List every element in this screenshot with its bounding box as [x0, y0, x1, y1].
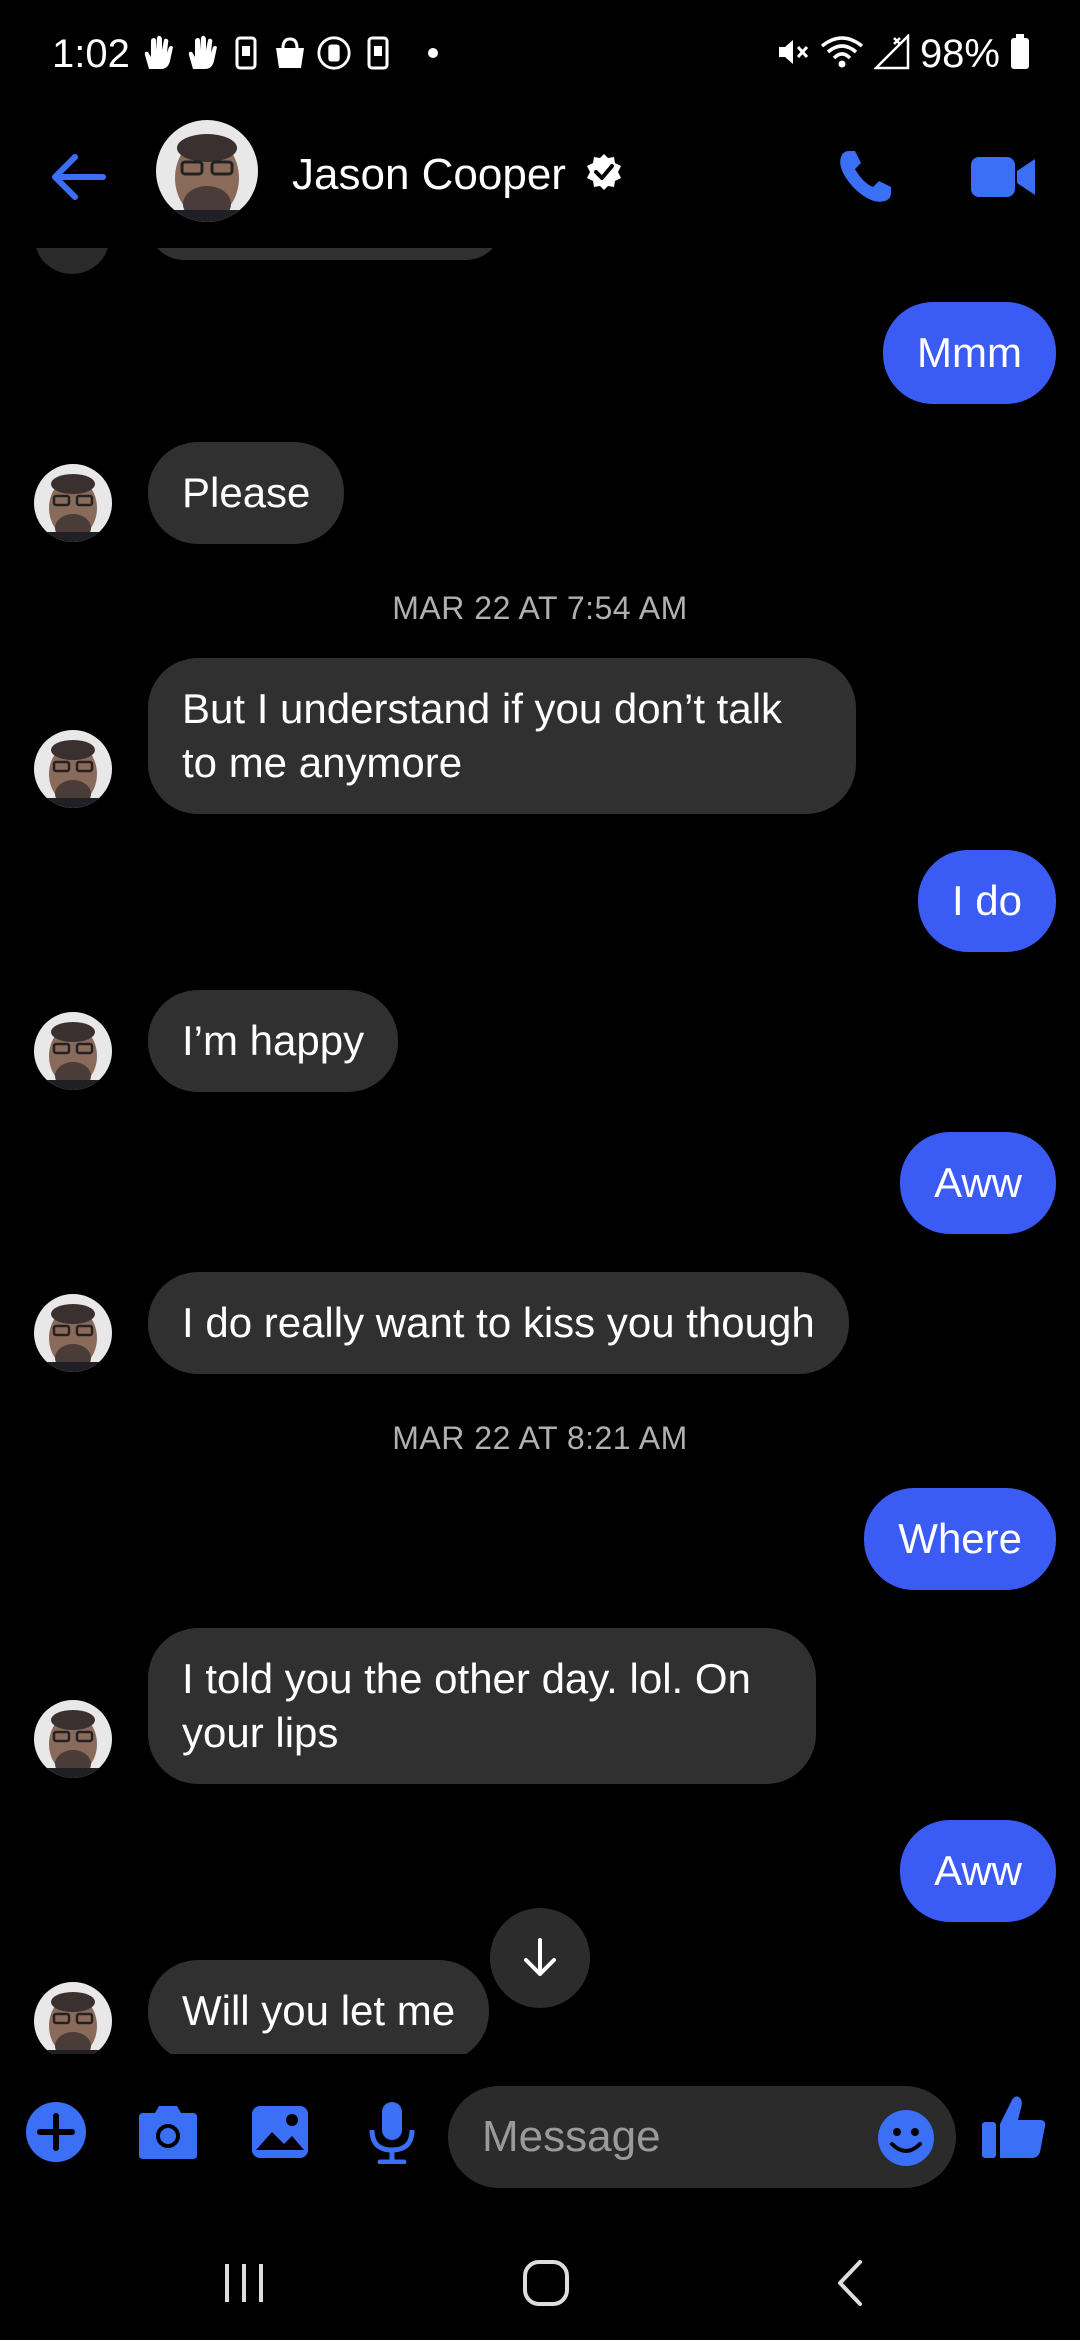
avatar: [34, 1012, 112, 1090]
microphone-icon: [369, 2102, 415, 2164]
home-button[interactable]: [506, 2248, 586, 2318]
arrow-down-icon: [524, 1938, 556, 1976]
back-button[interactable]: [44, 142, 114, 212]
phone-call-icon: [840, 151, 891, 202]
more-notifications-dot: [428, 48, 438, 58]
wifi-icon: [820, 34, 864, 75]
plus-circle-icon: [26, 2102, 86, 2162]
back-nav-button[interactable]: [810, 2248, 890, 2318]
contact-avatar[interactable]: [156, 120, 258, 222]
avatar: [34, 464, 112, 542]
recent-apps-button[interactable]: [204, 2248, 284, 2318]
signal-icon: [872, 32, 910, 75]
contact-name[interactable]: Jason Cooper: [292, 150, 566, 200]
message-bubble-outgoing[interactable]: Aww: [900, 1820, 1056, 1922]
avatar: [34, 730, 112, 808]
timestamp: MAR 22 AT 7:54 AM: [392, 590, 688, 626]
verified-badge-icon: [587, 154, 621, 190]
camera-button[interactable]: [132, 2096, 204, 2168]
video-camera-icon: [971, 157, 1035, 197]
message-bubble-outgoing[interactable]: I do: [917, 850, 1056, 952]
message-bubble-outgoing[interactable]: Aww: [900, 1132, 1056, 1234]
message-input[interactable]: [482, 2086, 862, 2188]
message-field[interactable]: [448, 2086, 956, 2188]
image-icon: [252, 2106, 308, 2158]
message-bubble-outgoing[interactable]: Where: [864, 1488, 1056, 1590]
video-call-button[interactable]: [966, 142, 1040, 212]
message-bubble-incoming[interactable]: I do really want to kiss you though: [148, 1272, 849, 1374]
voice-message-button[interactable]: [356, 2096, 428, 2168]
system-icons: 98%: [776, 32, 1030, 77]
chevron-left-icon: [838, 2260, 862, 2306]
camera-icon: [139, 2106, 197, 2159]
voice-call-button[interactable]: [830, 142, 900, 212]
message-bubble-incoming[interactable]: Please: [148, 442, 345, 544]
status-bar: 1:02 98%: [0, 0, 1080, 112]
avatar: [34, 1700, 112, 1778]
avatar: [34, 1294, 112, 1372]
message-bubble-incoming[interactable]: I’m happy: [148, 990, 399, 1092]
notification-icons: [140, 34, 438, 72]
recent-apps-icon: [225, 2264, 263, 2302]
phone-icon: [360, 34, 396, 72]
battery-percent: 98%: [919, 32, 1000, 76]
composer-bar: [0, 2054, 1080, 2226]
hand-icon: [184, 34, 220, 72]
add-button[interactable]: [20, 2096, 92, 2168]
avatar: [34, 1982, 112, 2054]
message-bubble-incoming[interactable]: I told you the other day. lol. On your l…: [148, 1628, 816, 1784]
message-bubble-incoming[interactable]: [148, 248, 502, 260]
scroll-to-bottom-button[interactable]: [490, 1908, 590, 2008]
message-bubble-incoming[interactable]: But I understand if you don’t talk to me…: [148, 658, 856, 814]
timestamp: MAR 22 AT 8:21 AM: [392, 1420, 688, 1456]
battery-icon: [1010, 34, 1030, 75]
hand-icon: [140, 34, 176, 72]
timer-icon: [316, 34, 352, 72]
message-bubble-outgoing[interactable]: Mmm: [883, 302, 1056, 404]
mute-icon: [776, 35, 810, 74]
message-bubble-incoming[interactable]: Will you let me: [148, 1960, 490, 2054]
phone-icon: [228, 34, 264, 72]
avatar: [34, 248, 110, 274]
arrow-left-icon: [52, 154, 106, 200]
emoji-icon[interactable]: [876, 2108, 936, 2168]
home-icon: [523, 2260, 569, 2306]
bag-icon: [272, 34, 308, 72]
thumbs-up-icon[interactable]: [978, 2092, 1050, 2164]
message-list[interactable]: Mmm Please MAR 22 AT 7:54 AM But I under…: [0, 248, 1080, 2054]
status-time: 1:02: [52, 32, 130, 76]
system-nav-bar: [0, 2226, 1080, 2340]
gallery-button[interactable]: [244, 2096, 316, 2168]
conversation-header: Jason Cooper: [0, 112, 1080, 248]
